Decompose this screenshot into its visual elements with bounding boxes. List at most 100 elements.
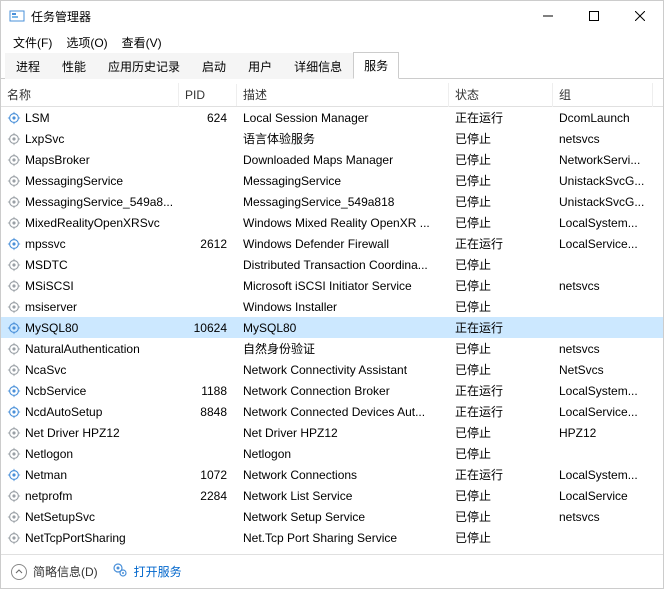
cell-status: 正在运行 — [449, 317, 553, 338]
cell-pid — [179, 536, 237, 540]
cell-group: LocalService — [553, 487, 653, 505]
cell-pid: 10624 — [179, 319, 237, 337]
cell-name: netprofm — [1, 487, 179, 505]
cell-name: Netman — [1, 466, 179, 484]
table-row[interactable]: NaturalAuthentication自然身份验证已停止netsvcs — [1, 338, 663, 359]
table-row[interactable]: LSM624Local Session Manager正在运行DcomLaunc… — [1, 107, 663, 128]
table-row[interactable]: MSDTCDistributed Transaction Coordina...… — [1, 254, 663, 275]
close-button[interactable] — [617, 1, 663, 31]
cell-status: 已停止 — [449, 359, 553, 380]
cell-status: 正在运行 — [449, 401, 553, 422]
brief-info-button[interactable]: 简略信息(D) — [11, 563, 98, 580]
menu-file[interactable]: 文件(F) — [7, 32, 58, 53]
menubar: 文件(F) 选项(O) 查看(V) — [1, 31, 663, 53]
cell-desc: Net.Tcp Port Sharing Service — [237, 529, 449, 547]
table-body[interactable]: LSM624Local Session Manager 正在运行 DcomLaunc… — [1, 107, 663, 554]
cell-desc: MessagingService_549a818 — [237, 193, 449, 211]
cell-desc: Network Connection Broker — [237, 382, 449, 400]
table-row[interactable]: MessagingService_549a8... MessagingServic… — [1, 191, 663, 212]
cell-group: HPZ12 — [553, 424, 653, 442]
col-header-desc[interactable]: 描述 — [237, 83, 449, 107]
table-row[interactable]: MixedRealityOpenXRSvcWindows Mixed Reali… — [1, 212, 663, 233]
table-row[interactable]: NetlogonNetlogon已停止 — [1, 443, 663, 464]
cell-group: netsvcs — [553, 508, 653, 526]
menu-options[interactable]: 选项(O) — [60, 32, 113, 53]
table-row[interactable]: MessagingServiceMessagingService已停止Unist… — [1, 170, 663, 191]
table-row[interactable]: NcdAutoSetup8848Network Connected Device… — [1, 401, 663, 422]
cell-pid: 2612 — [179, 235, 237, 253]
table-row[interactable]: Netman1072Network Connections正在运行LocalSy… — [1, 464, 663, 485]
table-header: 名称 PID 描述 状态 组 — [1, 83, 663, 107]
cell-desc: Network List Service — [237, 487, 449, 505]
cell-group — [553, 536, 653, 540]
cell-name: LSM — [1, 109, 179, 127]
menu-view[interactable]: 查看(V) — [116, 32, 168, 53]
cell-desc: Local Session Manager — [237, 109, 449, 127]
tab-services[interactable]: 服务 — [353, 52, 399, 79]
cell-name: MixedRealityOpenXRSvc — [1, 214, 179, 232]
cell-status: 已停止 — [449, 170, 553, 191]
cell-group: LocalService... — [553, 403, 653, 421]
cell-name: mpssvc — [1, 235, 179, 253]
minimize-button[interactable] — [525, 1, 571, 31]
cell-status: 已停止 — [449, 338, 553, 359]
col-header-name[interactable]: 名称 — [1, 83, 179, 107]
cell-pid — [179, 200, 237, 204]
cell-status: 已停止 — [449, 296, 553, 317]
cell-group — [553, 452, 653, 456]
cell-status: 已停止 — [449, 422, 553, 443]
cell-status: 已停止 — [449, 485, 553, 506]
cell-status: 已停止 — [449, 191, 553, 212]
cell-group: LocalSystem... — [553, 214, 653, 232]
table-row[interactable]: NetSetupSvcNetwork Setup Service已停止netsv… — [1, 506, 663, 527]
cell-status: 正在运行 — [449, 464, 553, 485]
cell-name: NcbService — [1, 382, 179, 400]
cell-desc: MessagingService — [237, 172, 449, 190]
cell-pid: 624 — [179, 109, 237, 127]
cell-pid — [179, 431, 237, 435]
cell-group — [553, 305, 653, 309]
table-row[interactable]: MSiSCSIMicrosoft iSCSI Initiator Service… — [1, 275, 663, 296]
cell-desc: Network Connectivity Assistant — [237, 361, 449, 379]
cell-desc: Windows Defender Firewall — [237, 235, 449, 253]
table-row[interactable]: msiserverWindows Installer已停止 — [1, 296, 663, 317]
cell-group: DcomLaunch — [553, 109, 653, 127]
table-row[interactable]: MySQL8010624MySQL80正在运行 — [1, 317, 663, 338]
cell-status: 已停止 — [449, 443, 553, 464]
tab-users[interactable]: 用户 — [237, 53, 283, 79]
cell-pid — [179, 515, 237, 519]
cell-pid — [179, 284, 237, 288]
maximize-button[interactable] — [571, 1, 617, 31]
tab-app-history[interactable]: 应用历史记录 — [97, 53, 191, 79]
cell-desc: Network Connections — [237, 466, 449, 484]
cell-group: NetSvcs — [553, 361, 653, 379]
table-row[interactable]: LxpSvc语言体验服务已停止netsvcs — [1, 128, 663, 149]
col-header-status[interactable]: 状态 — [449, 83, 553, 107]
cell-pid: 8848 — [179, 403, 237, 421]
tab-performance[interactable]: 性能 — [51, 53, 97, 79]
cell-pid — [179, 305, 237, 309]
col-header-pid[interactable]: PID — [179, 84, 237, 106]
table-row[interactable]: Net Driver HPZ12Net Driver HPZ12已停止HPZ12 — [1, 422, 663, 443]
table-row[interactable]: MapsBrokerDownloaded Maps Manager已停止Netw… — [1, 149, 663, 170]
cell-status: 已停止 — [449, 527, 553, 548]
cell-status: 已停止 — [449, 212, 553, 233]
services-icon — [112, 562, 128, 581]
cell-desc: Net Driver HPZ12 — [237, 424, 449, 442]
table-row[interactable]: netprofm2284Network List Service已停止Local… — [1, 485, 663, 506]
table-row[interactable]: mpssvc2612Windows Defender Firewall正在运行L… — [1, 233, 663, 254]
table-row[interactable]: NcaSvcNetwork Connectivity Assistant已停止N… — [1, 359, 663, 380]
cell-group: netsvcs — [553, 340, 653, 358]
open-services-button[interactable]: 打开服务 — [112, 562, 182, 581]
tab-processes[interactable]: 进程 — [5, 53, 51, 79]
cell-name: MessagingService_549a8... — [1, 193, 179, 211]
cell-pid — [179, 179, 237, 183]
cell-status: 已停止 — [449, 128, 553, 149]
table-row[interactable]: NetTcpPortSharingNet.Tcp Port Sharing Se… — [1, 527, 663, 548]
cell-group: netsvcs — [553, 130, 653, 148]
cell-group: LocalService... — [553, 235, 653, 253]
col-header-group[interactable]: 组 — [553, 83, 653, 107]
table-row[interactable]: NcbService1188Network Connection Broker正… — [1, 380, 663, 401]
tab-startup[interactable]: 启动 — [191, 53, 237, 79]
tab-details[interactable]: 详细信息 — [283, 53, 353, 79]
